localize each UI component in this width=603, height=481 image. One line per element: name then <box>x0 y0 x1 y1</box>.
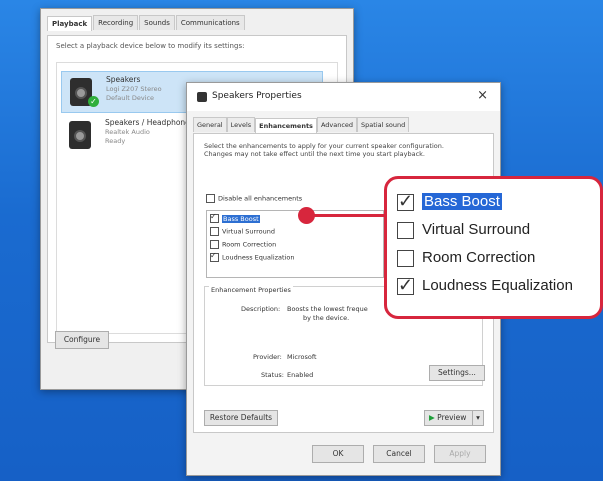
checkbox-box <box>397 221 414 239</box>
tab-recording[interactable]: Recording <box>93 15 139 30</box>
checkbox-box <box>210 227 219 236</box>
zoom-label: Loudness Equalization <box>422 277 573 294</box>
preview-button[interactable]: ▶ Preview ▾ <box>424 410 484 426</box>
status-value: Enabled <box>287 371 314 379</box>
tab-communications[interactable]: Communications <box>175 15 245 30</box>
enhancement-room-correction[interactable]: Room Correction <box>210 240 276 249</box>
checkbox-box <box>397 275 414 296</box>
tab-playback[interactable]: Playback <box>47 16 93 31</box>
device-name: Speakers <box>106 75 141 84</box>
properties-tabs: General Levels Enhancements Advanced Spatial… <box>193 117 494 133</box>
provider-key: Provider: <box>253 353 282 361</box>
zoom-label: Bass Boost <box>422 193 502 210</box>
title-bar: Speakers Properties × <box>187 83 500 111</box>
settings-button[interactable]: Settings... <box>429 365 485 381</box>
description-value-cont: by the device. <box>303 314 350 322</box>
sound-tabs: Playback Recording Sounds Communications <box>47 15 347 35</box>
enhancements-list: Bass Boost Virtual Surround Room Correct… <box>206 210 384 278</box>
tab-spatial-sound[interactable]: Spatial sound <box>357 117 410 132</box>
checkbox-label: Disable all enhancements <box>218 194 303 203</box>
tab-general[interactable]: General <box>193 117 227 132</box>
speaker-icon <box>69 121 91 149</box>
play-icon: ▶ <box>429 413 435 422</box>
group-label: Enhancement Properties <box>209 286 293 294</box>
enhancement-virtual-surround[interactable]: Virtual Surround <box>210 227 275 236</box>
device-status: Ready <box>105 137 126 145</box>
checkbox-box <box>397 249 414 267</box>
status-key: Status: <box>261 371 284 379</box>
enhancement-loudness-equalization[interactable]: Loudness Equalization <box>210 251 295 262</box>
checkbox-box <box>210 251 219 262</box>
window-title: Speakers Properties <box>212 91 302 101</box>
description-value: Boosts the lowest freque <box>287 305 368 313</box>
enhancement-label: Bass Boost <box>222 214 260 223</box>
default-check-icon: ✓ <box>88 96 99 107</box>
enhancement-bass-boost[interactable]: Bass Boost <box>210 212 260 223</box>
configure-button[interactable]: Configure <box>55 331 109 349</box>
checkbox-box <box>210 240 219 249</box>
apply-button[interactable]: Apply <box>434 445 486 463</box>
device-model: Logi Z207 Stereo <box>106 85 162 93</box>
tab-levels[interactable]: Levels <box>226 117 256 132</box>
checkbox-box <box>210 212 219 223</box>
zoom-item-room-correction: Room Correction <box>397 249 535 267</box>
sound-instruction: Select a playback device below to modify… <box>56 42 245 50</box>
description-key: Description: <box>241 305 281 313</box>
zoom-label: Room Correction <box>422 249 536 266</box>
ok-button[interactable]: OK <box>312 445 364 463</box>
tab-sounds[interactable]: Sounds <box>139 15 175 30</box>
checkbox-box <box>397 191 414 212</box>
device-name: Speakers / Headphones <box>105 118 194 127</box>
restore-defaults-button[interactable]: Restore Defaults <box>204 410 278 426</box>
tab-enhancements[interactable]: Enhancements <box>255 118 317 133</box>
tab-advanced[interactable]: Advanced <box>316 117 358 132</box>
cancel-button[interactable]: Cancel <box>373 445 425 463</box>
preview-label: Preview <box>437 413 467 422</box>
enhancements-description: Select the enhancements to apply for you… <box>204 142 444 159</box>
checkbox-box <box>206 194 215 203</box>
provider-value: Microsoft <box>287 353 317 361</box>
enhancement-label: Loudness Equalization <box>222 253 295 262</box>
speaker-title-icon <box>197 92 207 102</box>
callout-dot <box>298 207 315 224</box>
device-model: Realtek Audio <box>105 128 150 136</box>
callout-connector-line <box>305 214 391 217</box>
device-status: Default Device <box>106 94 155 102</box>
enhancement-label: Room Correction <box>222 240 277 249</box>
zoom-item-bass-boost: Bass Boost <box>397 191 502 212</box>
zoom-item-loudness-equalization: Loudness Equalization <box>397 275 573 296</box>
enhancement-label: Virtual Surround <box>222 227 275 236</box>
chevron-down-icon[interactable]: ▾ <box>472 411 483 425</box>
zoom-callout: Bass Boost Virtual Surround Room Correct… <box>384 176 603 319</box>
zoom-item-virtual-surround: Virtual Surround <box>397 221 530 239</box>
close-icon[interactable]: × <box>477 88 488 103</box>
disable-all-enhancements-checkbox[interactable]: Disable all enhancements <box>206 194 302 203</box>
zoom-label: Virtual Surround <box>422 221 531 238</box>
